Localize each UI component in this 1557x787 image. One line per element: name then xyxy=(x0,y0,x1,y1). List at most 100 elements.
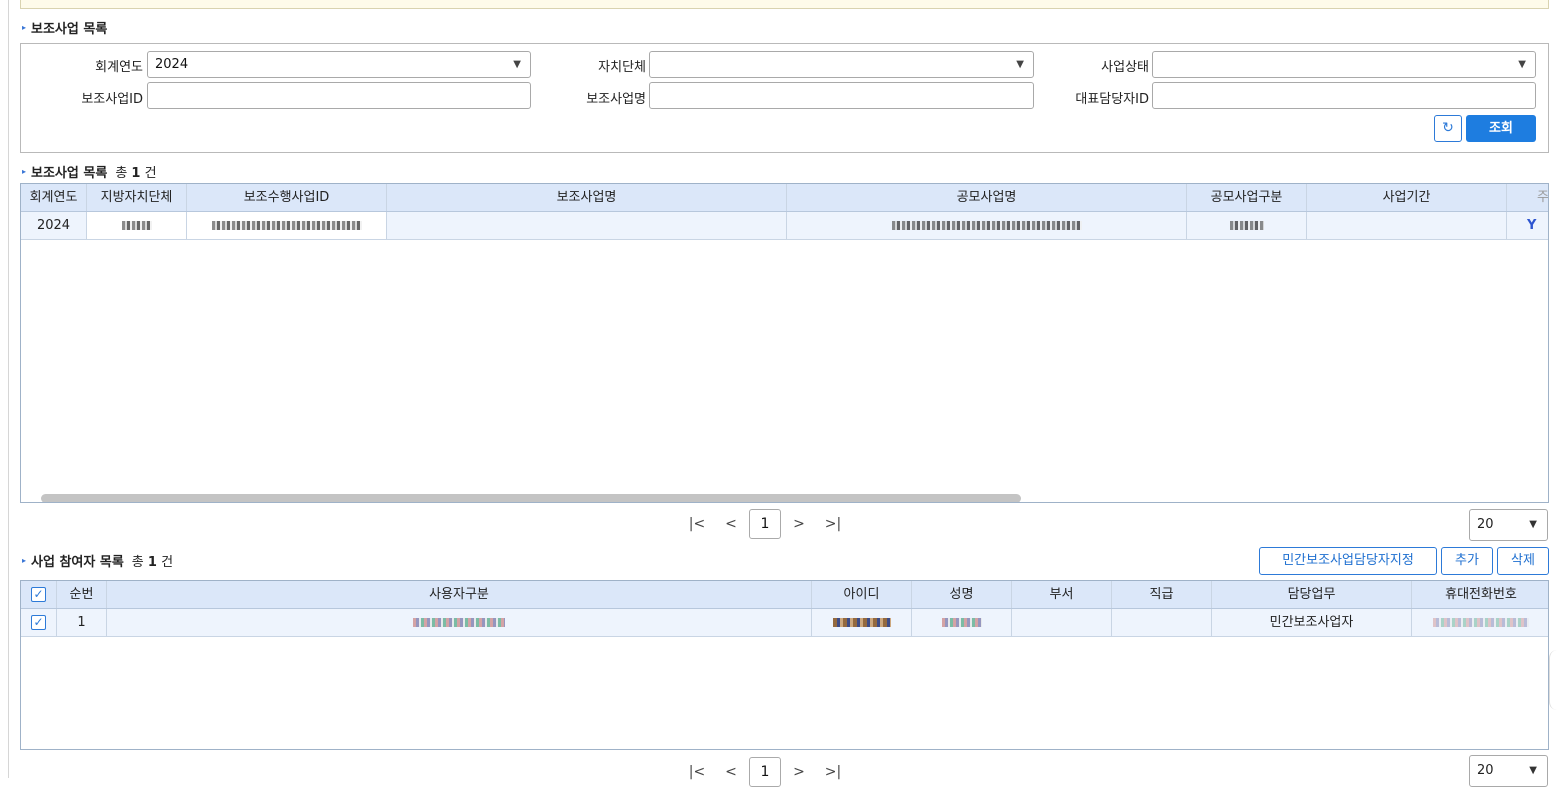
section-title-search: ▸ 보조사업 목록 xyxy=(22,18,107,37)
cell-period xyxy=(1307,212,1507,239)
project-id-input[interactable] xyxy=(147,82,531,109)
count-number: 1 xyxy=(147,555,157,570)
search-button[interactable]: 조회 xyxy=(1466,115,1536,142)
col-header-department[interactable]: 부서 xyxy=(1012,581,1112,608)
page-number[interactable]: 1 xyxy=(749,509,781,539)
col-header-fiscal-year[interactable]: 회계연도 xyxy=(21,184,87,211)
count-suffix: 건 xyxy=(161,555,174,570)
top-notice-bar xyxy=(20,0,1549,9)
col-header-mobile[interactable]: 휴대전화번호 xyxy=(1412,581,1548,608)
cell-local-gov-redacted xyxy=(87,212,187,239)
count-suffix: 건 xyxy=(144,166,157,181)
col-header-truncated[interactable]: 주 xyxy=(1507,184,1548,211)
cell-project-name xyxy=(387,212,787,239)
project-name-label: 보조사업명 xyxy=(586,92,646,107)
dropdown-arrow-icon: ▼ xyxy=(1529,519,1537,530)
page-number[interactable]: 1 xyxy=(749,757,781,787)
manager-id-label: 대표담당자ID xyxy=(1075,92,1149,107)
dropdown-arrow-icon: ▼ xyxy=(1529,765,1537,776)
add-button[interactable]: 추가 xyxy=(1441,547,1493,575)
col-header-local-gov[interactable]: 지방자치단체 xyxy=(87,184,187,211)
col-header-period[interactable]: 사업기간 xyxy=(1307,184,1507,211)
col-header-user-type[interactable]: 사용자구분 xyxy=(107,581,812,608)
cell-public-project-type-redacted xyxy=(1187,212,1307,239)
pager-bottom: |< < 1 > >| xyxy=(680,757,850,787)
col-header-public-project-name[interactable]: 공모사업명 xyxy=(787,184,1187,211)
col-header-name[interactable]: 성명 xyxy=(912,581,1012,608)
fiscal-year-select[interactable]: 2024 ▼ xyxy=(147,51,531,78)
col-header-duty[interactable]: 담당업무 xyxy=(1212,581,1412,608)
col-header-seq[interactable]: 순번 xyxy=(57,581,107,608)
grid1-count: 총 1 건 xyxy=(115,162,156,181)
section-marker-icon: ▸ xyxy=(22,556,27,565)
select-all-checkbox[interactable]: ✓ xyxy=(31,587,46,602)
side-panel-handle[interactable] xyxy=(1549,650,1557,710)
grid-header: ✓ 순번 사용자구분 아이디 성명 부서 직급 담당업무 휴대전화번호 xyxy=(21,581,1548,609)
section-title-list: ▸ 보조사업 목록 총 1 건 xyxy=(22,162,157,181)
col-header-project-name[interactable]: 보조사업명 xyxy=(387,184,787,211)
col-header-checkbox[interactable]: ✓ xyxy=(21,581,57,608)
col-header-user-id[interactable]: 아이디 xyxy=(812,581,912,608)
last-page-icon[interactable]: >| xyxy=(816,516,850,532)
col-header-position[interactable]: 직급 xyxy=(1112,581,1212,608)
row-checkbox[interactable]: ✓ xyxy=(31,615,46,630)
status-select[interactable]: ▼ xyxy=(1152,51,1536,78)
grid2-title: 사업 참여자 목록 xyxy=(31,555,124,570)
left-border xyxy=(8,0,9,778)
fiscal-year-label: 회계연도 xyxy=(95,60,143,75)
project-name-input[interactable] xyxy=(649,82,1034,109)
assign-manager-button[interactable]: 민간보조사업담당자지정 xyxy=(1259,547,1437,575)
table-row[interactable]: ✓ 1 민간보조사업자 xyxy=(21,609,1548,637)
local-gov-label: 자치단체 xyxy=(598,60,646,75)
section-marker-icon: ▸ xyxy=(22,167,27,176)
fiscal-year-value: 2024 xyxy=(155,57,189,72)
cell-fiscal-year: 2024 xyxy=(21,212,87,239)
cell-mobile-redacted xyxy=(1412,609,1548,636)
page-size-select[interactable]: 20 ▼ xyxy=(1469,509,1548,541)
cell-flag: Y xyxy=(1507,212,1548,239)
grid-header: 회계연도 지방자치단체 보조수행사업ID 보조사업명 공모사업명 공모사업구분 … xyxy=(21,184,1548,212)
count-prefix: 총 xyxy=(131,555,144,570)
page-size-select-bottom[interactable]: 20 ▼ xyxy=(1469,755,1548,787)
pager-top: |< < 1 > >| xyxy=(680,509,850,539)
horizontal-scrollbar-track[interactable] xyxy=(21,486,1548,502)
count-prefix: 총 xyxy=(115,166,128,181)
section-title-text: 보조사업 목록 xyxy=(31,22,108,37)
cell-department xyxy=(1012,609,1112,636)
local-gov-select[interactable]: ▼ xyxy=(649,51,1034,78)
grid1-title: 보조사업 목록 xyxy=(31,166,108,181)
section-title-participants: ▸ 사업 참여자 목록 총 1 건 xyxy=(22,551,173,570)
delete-button[interactable]: 삭제 xyxy=(1497,547,1549,575)
first-page-icon[interactable]: |< xyxy=(680,516,714,532)
cell-user-id-redacted xyxy=(812,609,912,636)
cell-name-redacted xyxy=(912,609,1012,636)
dropdown-arrow-icon: ▼ xyxy=(513,59,521,70)
prev-page-icon[interactable]: < xyxy=(714,516,748,532)
table-row[interactable]: 2024 Y xyxy=(21,212,1548,240)
dropdown-arrow-icon: ▼ xyxy=(1518,59,1526,70)
manager-id-input[interactable] xyxy=(1152,82,1536,109)
participant-grid: ✓ 순번 사용자구분 아이디 성명 부서 직급 담당업무 휴대전화번호 ✓ 1 … xyxy=(20,580,1549,750)
horizontal-scrollbar-thumb[interactable] xyxy=(41,494,1021,502)
page-size-value: 20 xyxy=(1477,517,1494,532)
cell-exec-project-id-redacted xyxy=(187,212,387,239)
page-size-value: 20 xyxy=(1477,763,1494,778)
next-page-icon[interactable]: > xyxy=(782,516,816,532)
col-header-exec-project-id[interactable]: 보조수행사업ID xyxy=(187,184,387,211)
cell-position xyxy=(1112,609,1212,636)
status-label: 사업상태 xyxy=(1101,60,1149,75)
cell-public-project-name-redacted xyxy=(787,212,1187,239)
cell-user-type-redacted xyxy=(107,609,812,636)
dropdown-arrow-icon: ▼ xyxy=(1016,59,1024,70)
cell-seq: 1 xyxy=(57,609,107,636)
section-marker-icon: ▸ xyxy=(22,23,27,32)
grid2-count: 총 1 건 xyxy=(132,551,173,570)
refresh-button[interactable]: ↻ xyxy=(1434,115,1462,142)
project-grid: 회계연도 지방자치단체 보조수행사업ID 보조사업명 공모사업명 공모사업구분 … xyxy=(20,183,1549,503)
project-id-label: 보조사업ID xyxy=(81,92,143,107)
cell-checkbox[interactable]: ✓ xyxy=(21,609,57,636)
col-header-public-project-type[interactable]: 공모사업구분 xyxy=(1187,184,1307,211)
refresh-icon: ↻ xyxy=(1442,120,1454,136)
cell-duty: 민간보조사업자 xyxy=(1212,609,1412,636)
count-number: 1 xyxy=(131,166,141,181)
